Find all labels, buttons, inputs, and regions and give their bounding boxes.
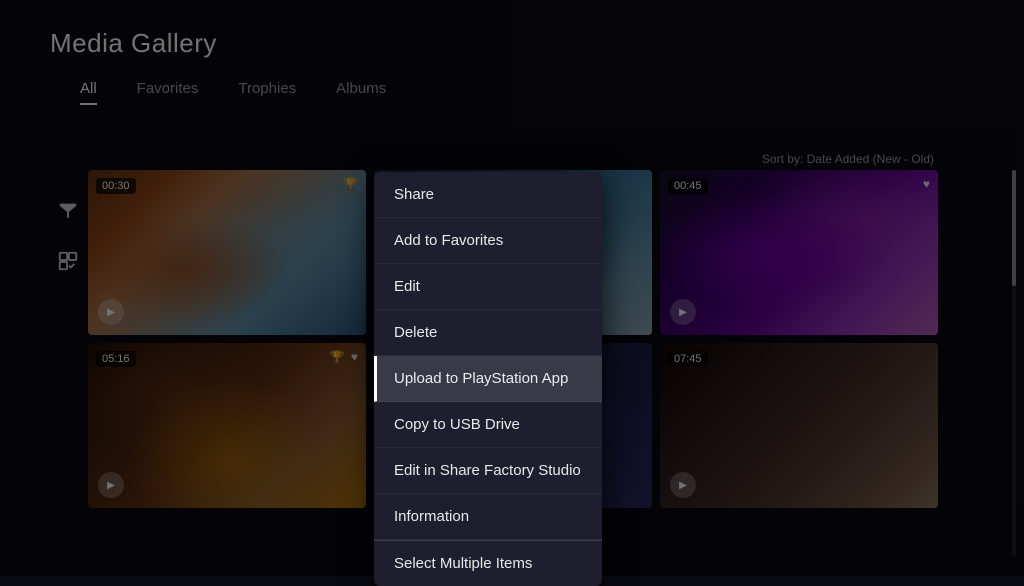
- menu-item-copy-usb[interactable]: Copy to USB Drive: [374, 402, 602, 448]
- menu-item-upload-ps-app[interactable]: Upload to PlayStation App: [374, 356, 602, 402]
- menu-item-delete[interactable]: Delete: [374, 310, 602, 356]
- menu-item-edit[interactable]: Edit: [374, 264, 602, 310]
- context-menu: Share Add to Favorites Edit Delete Uploa…: [374, 172, 602, 586]
- menu-item-add-to-favorites[interactable]: Add to Favorites: [374, 218, 602, 264]
- menu-item-information[interactable]: Information: [374, 494, 602, 540]
- menu-item-select-multiple[interactable]: Select Multiple Items: [374, 540, 602, 586]
- menu-item-share[interactable]: Share: [374, 172, 602, 218]
- menu-item-share-factory[interactable]: Edit in Share Factory Studio: [374, 448, 602, 494]
